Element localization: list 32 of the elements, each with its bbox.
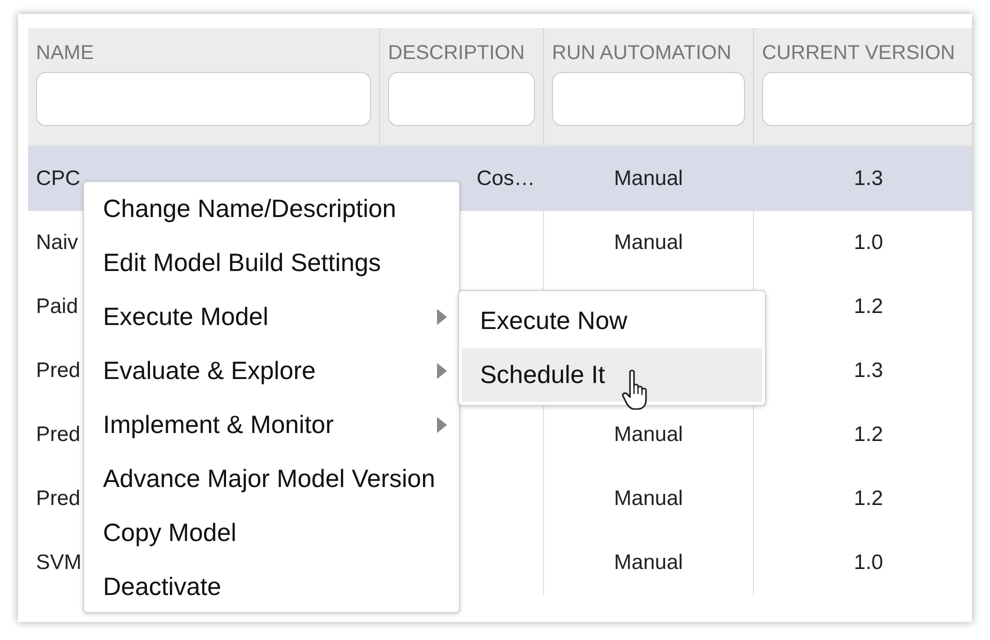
column-header: RUN AUTOMATION bbox=[552, 42, 732, 66]
table-cell: Cos… bbox=[476, 167, 535, 191]
table-cell: Pred bbox=[36, 423, 80, 447]
table-cell: Pred bbox=[36, 359, 80, 383]
column-header: NAME bbox=[36, 42, 95, 66]
filter-field[interactable] bbox=[552, 72, 745, 126]
table-cell: Manual bbox=[614, 551, 683, 575]
table-cell: 1.2 bbox=[854, 295, 884, 319]
table-cell: CPC bbox=[36, 167, 80, 191]
table-cell: 1.0 bbox=[854, 231, 884, 255]
column-header: DESCRIPTION bbox=[388, 42, 526, 66]
table-cell: Manual bbox=[614, 231, 683, 255]
table-cell: 1.2 bbox=[854, 423, 884, 447]
table-cell: Naiv bbox=[36, 231, 78, 255]
table-cell: Pred bbox=[36, 487, 80, 511]
column-header: CURRENT VERSION bbox=[762, 42, 956, 66]
table-cell: Paid bbox=[36, 295, 78, 319]
table-cell: Manual bbox=[614, 487, 683, 511]
table-cell: SVM bbox=[36, 551, 82, 575]
filter-field[interactable] bbox=[762, 72, 972, 126]
filter-field[interactable] bbox=[36, 72, 371, 126]
menu-item[interactable]: Schedule It bbox=[462, 348, 762, 402]
table-cell: Manual bbox=[614, 423, 683, 447]
menu-item[interactable]: Execute Model bbox=[84, 290, 459, 344]
filter-field[interactable] bbox=[388, 72, 535, 126]
table-cell: 1.2 bbox=[854, 487, 884, 511]
table-cell: 1.3 bbox=[854, 359, 884, 383]
table-cell: Manual bbox=[614, 167, 683, 191]
menu-item[interactable]: Execute Now bbox=[462, 294, 762, 348]
menu-item[interactable]: Evaluate & Explore bbox=[84, 344, 459, 398]
table-cell: 1.3 bbox=[854, 167, 884, 191]
table-cell: 1.0 bbox=[854, 551, 884, 575]
